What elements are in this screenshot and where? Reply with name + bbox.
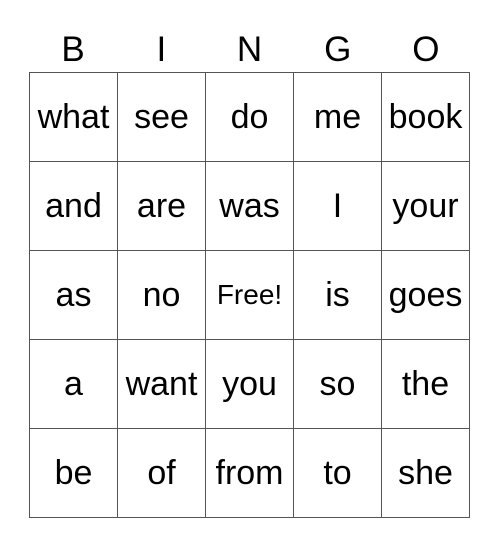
bingo-header: B I N G O [29, 28, 470, 72]
header-letter-i: I [156, 30, 167, 69]
bingo-cell: to [293, 428, 382, 518]
bingo-cell: no [117, 250, 206, 340]
bingo-cell: a [29, 339, 118, 429]
bingo-cell: as [29, 250, 118, 340]
header-letter-b: B [61, 30, 85, 69]
header-letter-n: N [236, 30, 263, 69]
header-letter-o: O [412, 30, 440, 69]
bingo-grid: what see do me book and are was Iyour as no Free! is… [29, 72, 470, 518]
bingo-cell: see [117, 72, 206, 162]
bingo-cell: book [381, 72, 470, 162]
bingo-row: what see do me book [29, 72, 470, 162]
bingo-cell: do [205, 72, 294, 162]
bingo-cell: goes [381, 250, 470, 340]
bingo-cell: the [381, 339, 470, 429]
bingo-cell: from [205, 428, 294, 518]
bingo-cell: so [293, 339, 382, 429]
bingo-cell: she [381, 428, 470, 518]
bingo-cell: your [381, 161, 470, 251]
bingo-cell: you [205, 339, 294, 429]
bingo-cell: of [117, 428, 206, 518]
bingo-cell: be [29, 428, 118, 518]
bingo-cell: and [29, 161, 118, 251]
bingo-row: a want you so the [29, 339, 470, 429]
bingo-cell: was [205, 161, 294, 251]
bingo-cell: is [293, 250, 382, 340]
bingo-cell: me [293, 72, 382, 162]
bingo-cell: I [293, 161, 382, 251]
header-letter-g: G [324, 30, 352, 69]
bingo-row: and are was Iyour [29, 161, 470, 251]
bingo-cell: want [117, 339, 206, 429]
bingo-cell: are [117, 161, 206, 251]
bingo-row: be of from to she [29, 428, 470, 518]
bingo-cell: what [29, 72, 118, 162]
bingo-row: as no Free! is goes [29, 250, 470, 340]
free-space-cell: Free! [205, 250, 294, 340]
